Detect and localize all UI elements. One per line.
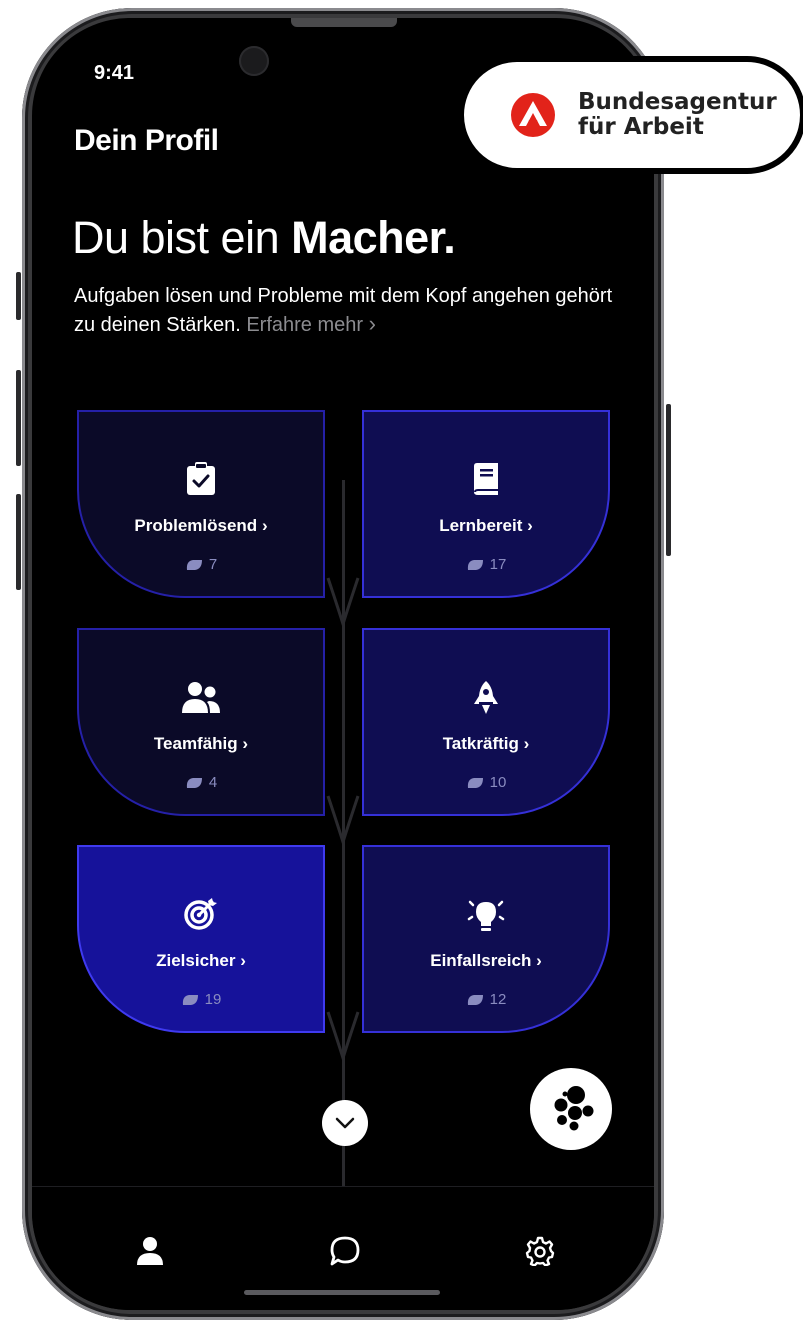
chevron-right-icon: › xyxy=(240,951,246,970)
chevron-right-icon: › xyxy=(536,951,542,970)
bubbles-icon xyxy=(554,1086,594,1131)
leaf-icon xyxy=(467,777,483,788)
strength-card-teamfaehig[interactable]: Teamfähig › 4 xyxy=(77,628,325,816)
mute-switch xyxy=(16,272,21,320)
strength-card-einfallsreich[interactable]: Einfallsreich › 12 xyxy=(362,845,610,1033)
volume-down-button xyxy=(16,494,21,590)
bundesagentur-logo xyxy=(511,93,555,137)
tab-settings[interactable] xyxy=(516,1227,564,1275)
strength-label: Tatkräftig › xyxy=(442,734,530,753)
bundesagentur-name: Bundesagentur für Arbeit xyxy=(578,90,777,140)
leaf-icon xyxy=(186,559,202,570)
badge-line-2: für Arbeit xyxy=(578,114,704,140)
phone-screen: 9:41 Dein Profil Du bist ein Macher. Auf… xyxy=(32,18,654,1310)
strength-card-problemloesend[interactable]: Problemlösend › 7 xyxy=(77,410,325,598)
strength-count: 7 xyxy=(79,556,323,573)
badge-line-1: Bundesagentur xyxy=(578,89,777,115)
lightbulb-icon xyxy=(364,897,608,931)
strength-card-lernbereit[interactable]: Lernbereit › 17 xyxy=(362,410,610,598)
leaf-icon xyxy=(467,559,483,570)
leaf-icon xyxy=(182,994,198,1005)
volume-up-button xyxy=(16,370,21,466)
tab-chat[interactable] xyxy=(321,1227,369,1275)
user-icon xyxy=(137,1237,163,1265)
strength-count: 10 xyxy=(364,774,608,791)
strength-label: Lernbereit › xyxy=(439,516,533,535)
chevron-down-icon xyxy=(335,1117,355,1129)
strength-count: 17 xyxy=(364,556,608,573)
strength-count: 4 xyxy=(79,774,323,791)
chevron-right-icon: › xyxy=(261,516,268,535)
target-icon xyxy=(79,897,323,931)
strength-label: Einfallsreich › xyxy=(430,951,542,970)
strength-label: Zielsicher › xyxy=(156,951,246,970)
chevron-right-icon: › xyxy=(523,734,530,753)
chat-bubble-icon xyxy=(330,1236,360,1266)
strength-card-zielsicher[interactable]: Zielsicher › 19 xyxy=(77,845,325,1033)
strength-label: Teamfähig › xyxy=(153,734,249,753)
users-icon xyxy=(79,680,323,714)
home-indicator xyxy=(244,1290,440,1295)
leaf-icon xyxy=(186,777,202,788)
leaf-icon xyxy=(467,994,483,1005)
tab-profile[interactable] xyxy=(126,1227,174,1275)
chevron-right-icon: › xyxy=(242,734,249,753)
bubbles-fab-button[interactable] xyxy=(530,1068,612,1150)
gear-icon xyxy=(525,1236,555,1266)
bundesagentur-badge: Bundesagentur für Arbeit xyxy=(458,56,803,174)
strength-label: Problemlösend › xyxy=(134,516,268,535)
strength-count: 19 xyxy=(79,991,323,1008)
power-button xyxy=(666,404,671,556)
rocket-icon xyxy=(364,680,608,714)
clipboard-check-icon xyxy=(79,462,323,496)
tree-branches xyxy=(326,577,360,1064)
book-icon xyxy=(364,462,608,496)
strength-count: 12 xyxy=(364,991,608,1008)
chevron-right-icon: › xyxy=(527,516,533,535)
strength-card-tatkraeftig[interactable]: Tatkräftig › 10 xyxy=(362,628,610,816)
scroll-down-button[interactable] xyxy=(322,1100,368,1146)
